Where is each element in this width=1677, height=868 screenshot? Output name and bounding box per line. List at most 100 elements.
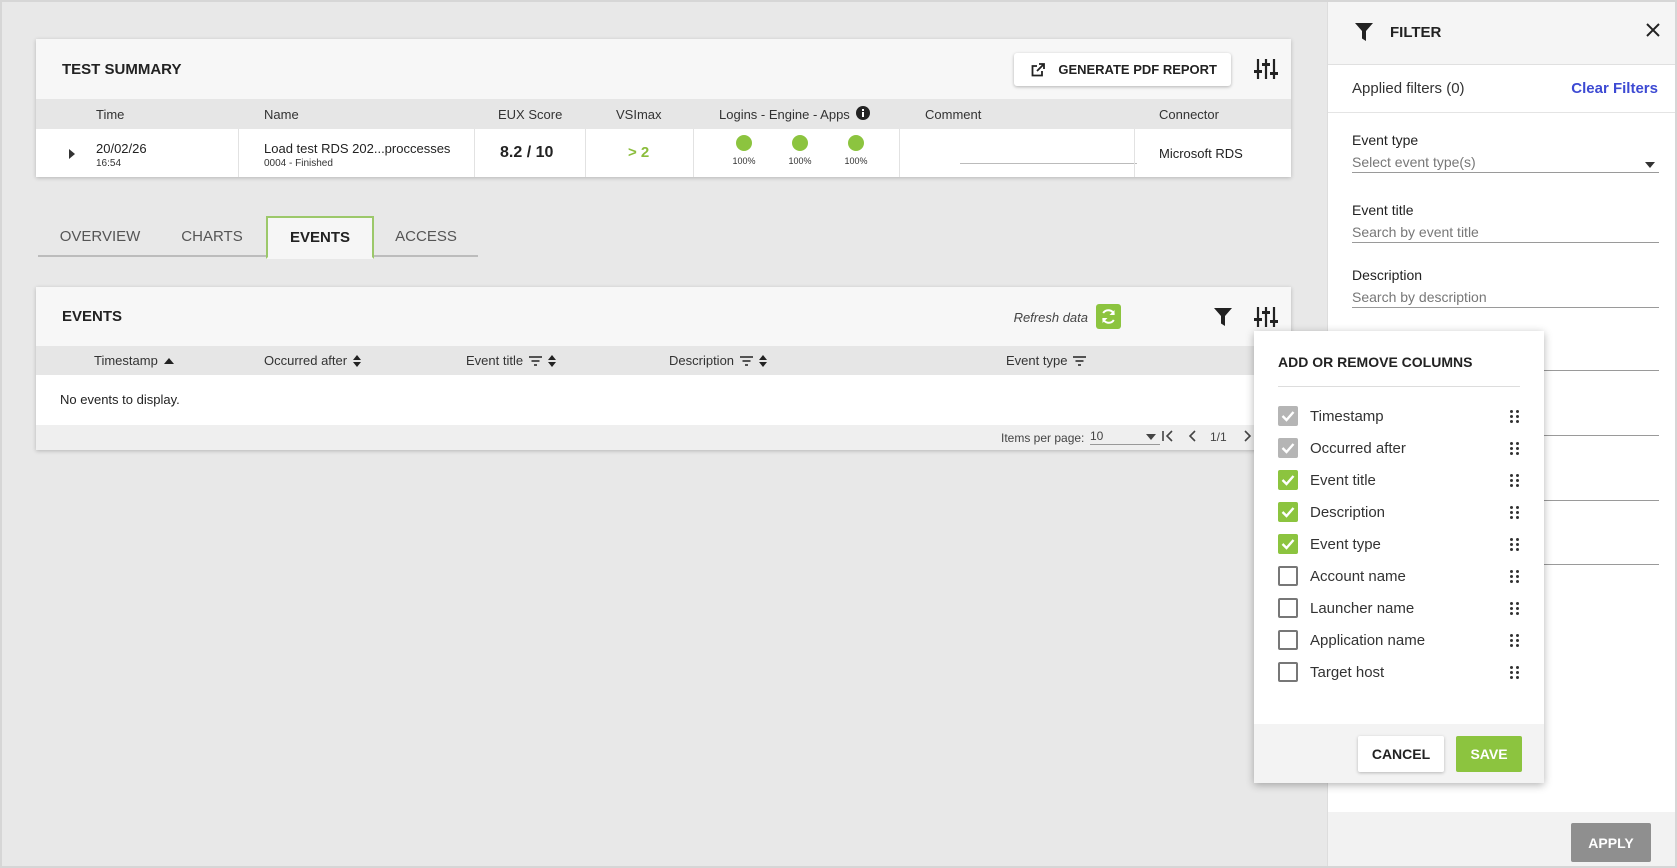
previous-page-button[interactable] xyxy=(1188,430,1196,445)
col-event-type-header[interactable]: Event type xyxy=(1006,353,1087,368)
close-icon[interactable] xyxy=(1645,22,1661,38)
checkbox-unchecked[interactable] xyxy=(1278,630,1298,650)
drag-handle-icon[interactable] xyxy=(1510,472,1520,488)
divider xyxy=(1278,386,1520,387)
col-occurred-after-header[interactable]: Occurred after xyxy=(264,353,362,368)
summary-settings-button[interactable] xyxy=(1253,56,1279,82)
column-filter-icon[interactable] xyxy=(529,355,543,366)
next-page-button[interactable] xyxy=(1244,430,1252,445)
column-option-label: Event type xyxy=(1310,535,1381,553)
event-title-input[interactable]: Event title Search by event title xyxy=(1352,202,1659,243)
events-columns-button[interactable] xyxy=(1253,304,1279,330)
save-button[interactable]: SAVE xyxy=(1456,736,1522,772)
sort-icon xyxy=(548,354,557,367)
chevron-down-icon xyxy=(1146,434,1156,440)
row-vsimax: > 2 xyxy=(628,144,650,161)
col-time-header: Time xyxy=(96,107,125,122)
info-icon[interactable] xyxy=(856,106,870,123)
col-timestamp-header[interactable]: Timestamp xyxy=(94,353,174,368)
drag-handle-icon[interactable] xyxy=(1510,408,1520,424)
checkbox-unchecked[interactable] xyxy=(1278,566,1298,586)
expand-row-icon[interactable] xyxy=(69,149,75,159)
col-name-header: Name xyxy=(264,107,299,122)
description-input[interactable]: Description Search by description xyxy=(1352,267,1659,308)
column-option-timestamp[interactable]: Timestamp xyxy=(1278,404,1520,428)
column-option-occurred-after[interactable]: Occurred after xyxy=(1278,436,1520,460)
items-per-page-label: Items per page: xyxy=(1001,431,1085,445)
checkmark-icon xyxy=(1281,443,1295,454)
event-type-select[interactable]: Event type Select event type(s) xyxy=(1352,132,1659,173)
column-filter-icon[interactable] xyxy=(740,355,754,366)
columns-popup: ADD OR REMOVE COLUMNS Timestamp Occurred… xyxy=(1254,331,1544,783)
first-page-button[interactable] xyxy=(1162,430,1174,445)
drag-handle-icon[interactable] xyxy=(1510,632,1520,648)
column-filter-icon[interactable] xyxy=(1073,355,1087,366)
apply-button[interactable]: APPLY xyxy=(1571,823,1651,862)
column-option-description[interactable]: Description xyxy=(1278,500,1520,524)
column-option-event-type[interactable]: Event type xyxy=(1278,532,1520,556)
test-summary-header: TEST SUMMARY GENERATE PDF REPORT xyxy=(36,39,1291,99)
tab-access[interactable]: ACCESS xyxy=(374,216,478,257)
col-occurred-after-label: Occurred after xyxy=(264,353,348,368)
chevron-right-icon xyxy=(1244,430,1252,442)
column-option-launcher-name[interactable]: Launcher name xyxy=(1278,596,1520,620)
events-column-headers: Timestamp Occurred after Event title Des… xyxy=(36,346,1291,375)
checkbox-checked[interactable] xyxy=(1278,502,1298,522)
column-option-event-title[interactable]: Event title xyxy=(1278,468,1520,492)
events-card: EVENTS Refresh data Timestamp Occurred a… xyxy=(36,287,1291,450)
checkbox-checked[interactable] xyxy=(1278,470,1298,490)
drag-handle-icon[interactable] xyxy=(1510,536,1520,552)
col-connector-header: Connector xyxy=(1159,107,1219,122)
column-option-target-host[interactable]: Target host xyxy=(1278,660,1520,684)
tab-events[interactable]: EVENTS xyxy=(266,216,374,259)
description-placeholder: Search by description xyxy=(1352,289,1487,305)
divider xyxy=(474,129,475,177)
tab-bar: OVERVIEW CHARTS EVENTS ACCESS xyxy=(38,216,478,259)
generate-pdf-report-button[interactable]: GENERATE PDF REPORT xyxy=(1014,53,1231,86)
test-summary-title: TEST SUMMARY xyxy=(62,60,182,78)
tab-overview[interactable]: OVERVIEW xyxy=(38,216,162,257)
columns-popup-footer: CANCEL SAVE xyxy=(1254,724,1544,783)
tab-charts[interactable]: CHARTS xyxy=(162,216,262,257)
external-link-icon xyxy=(1031,62,1046,76)
drag-handle-icon[interactable] xyxy=(1510,664,1520,680)
apps-pct: 100% xyxy=(844,156,868,166)
checkbox-checked[interactable] xyxy=(1278,534,1298,554)
sliders-icon xyxy=(1254,59,1278,79)
checkbox-unchecked[interactable] xyxy=(1278,662,1298,682)
col-vsimax-header: VSImax xyxy=(616,107,662,122)
summary-row[interactable]: 20/02/26 16:54 Load test RDS 202...procc… xyxy=(36,129,1291,177)
column-option-application-name[interactable]: Application name xyxy=(1278,628,1520,652)
refresh-data-button[interactable] xyxy=(1096,304,1121,329)
row-status: 0004 - Finished xyxy=(264,158,333,169)
checkbox-unchecked[interactable] xyxy=(1278,598,1298,618)
description-label: Description xyxy=(1352,267,1423,283)
col-event-title-header[interactable]: Event title xyxy=(466,353,557,368)
filter-icon xyxy=(1355,23,1373,41)
event-type-label: Event type xyxy=(1352,132,1419,148)
clear-filters-link[interactable]: Clear Filters xyxy=(1571,80,1658,97)
applied-filters-count: Applied filters (0) xyxy=(1352,80,1465,97)
row-eux-score: 8.2 / 10 xyxy=(500,144,554,161)
column-option-account-name[interactable]: Account name xyxy=(1278,564,1520,588)
events-paginator: Items per page: 10 1/1 xyxy=(36,425,1291,450)
checkmark-icon xyxy=(1281,507,1295,518)
row-name: Load test RDS 202...proccesses 0004 - Fi… xyxy=(264,141,450,169)
divider xyxy=(1134,129,1135,177)
items-per-page-select[interactable]: 10 xyxy=(1090,429,1160,445)
row-name-value: Load test RDS 202...proccesses xyxy=(264,141,451,156)
engine-pct: 100% xyxy=(788,156,812,166)
column-option-label: Account name xyxy=(1310,567,1406,585)
test-summary-card: TEST SUMMARY GENERATE PDF REPORT Time Na… xyxy=(36,39,1291,177)
comment-input[interactable] xyxy=(960,163,1137,164)
col-description-header[interactable]: Description xyxy=(669,353,768,368)
cancel-button[interactable]: CANCEL xyxy=(1358,736,1444,772)
drag-handle-icon[interactable] xyxy=(1510,568,1520,584)
events-filter-button[interactable] xyxy=(1211,305,1235,329)
drag-handle-icon[interactable] xyxy=(1510,600,1520,616)
divider xyxy=(899,129,900,177)
drag-handle-icon[interactable] xyxy=(1510,440,1520,456)
apps-status-dot xyxy=(848,135,864,151)
engine-indicator: 100% xyxy=(780,135,820,166)
drag-handle-icon[interactable] xyxy=(1510,504,1520,520)
